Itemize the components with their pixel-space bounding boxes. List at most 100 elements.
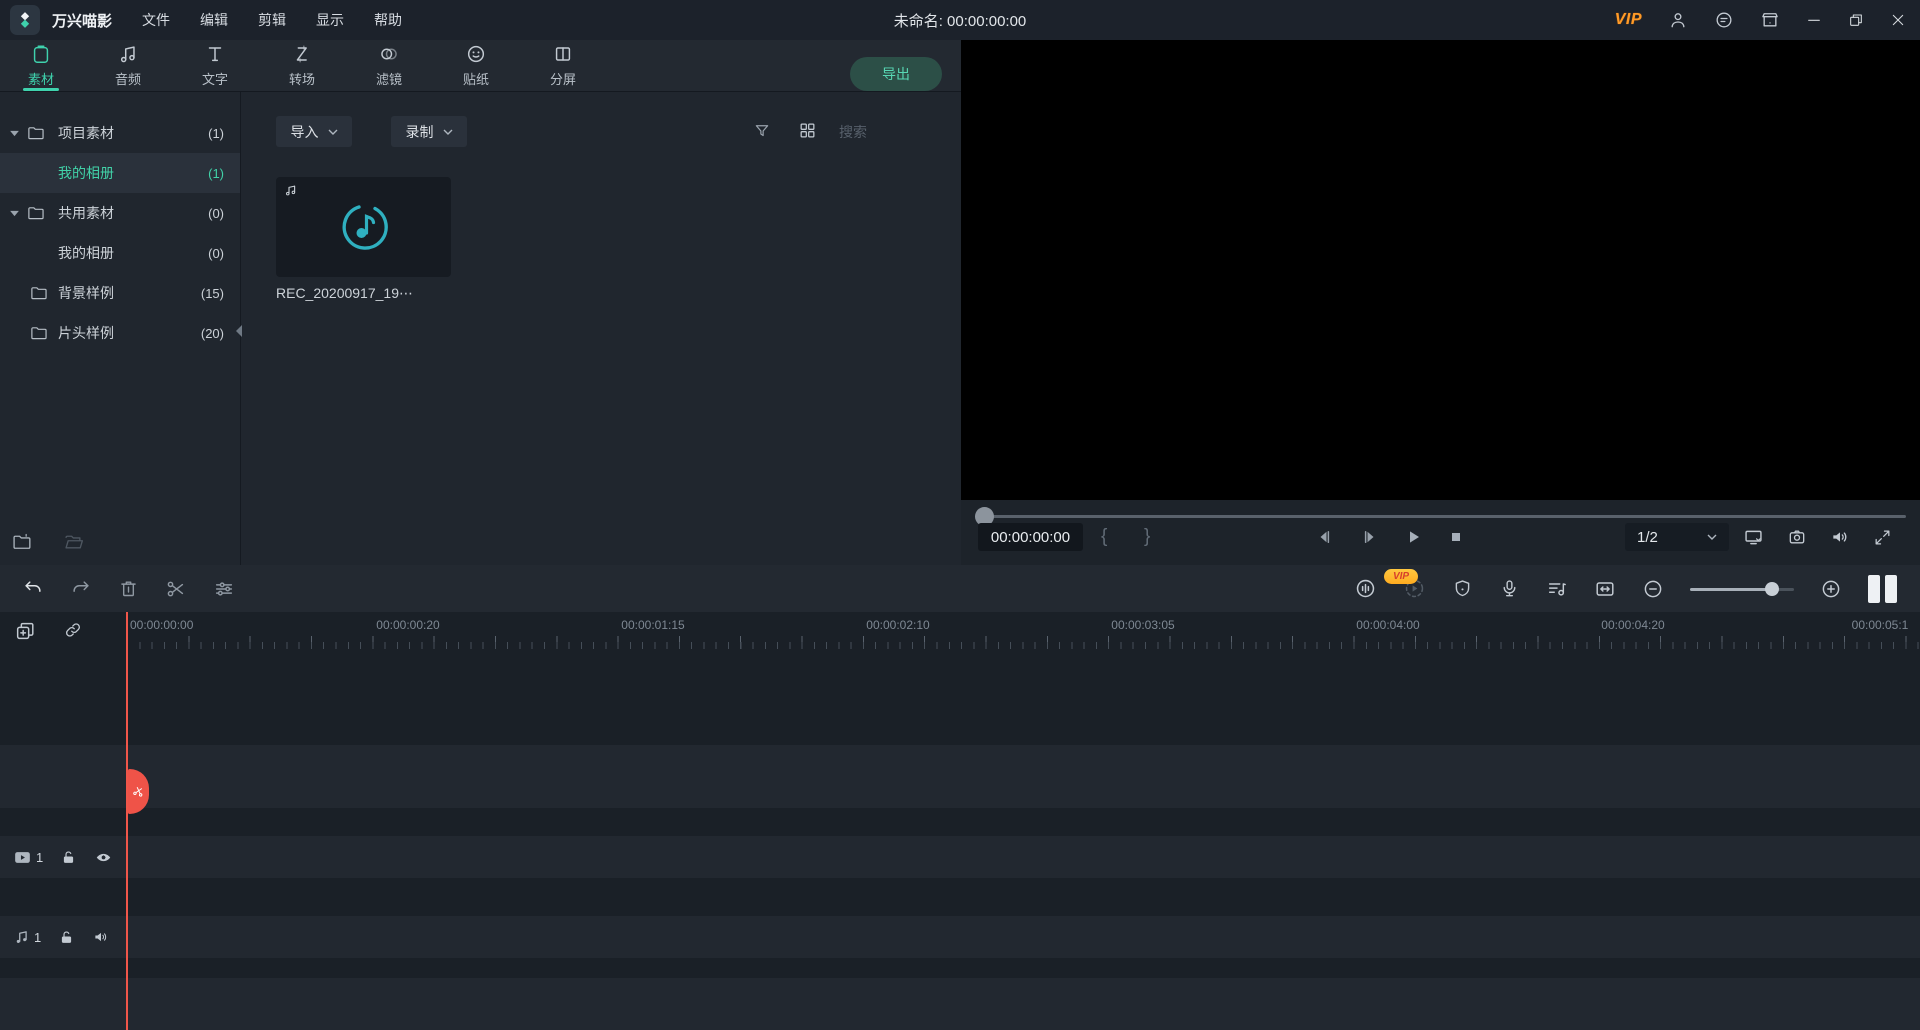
tab-label: 分屏 <box>550 69 576 88</box>
close-button[interactable] <box>1890 12 1906 28</box>
fit-timeline-icon[interactable] <box>1594 578 1616 600</box>
vip-button[interactable]: VIP <box>1615 11 1642 29</box>
app-logo-icon <box>10 5 40 35</box>
audio-file-icon <box>337 200 391 254</box>
sidebar-item-background-samples[interactable]: 背景样例 (15) <box>0 273 240 313</box>
filters-icon <box>378 43 400 65</box>
video-track-header: 1 <box>13 836 113 878</box>
account-icon[interactable] <box>1668 10 1688 30</box>
menu-edit[interactable]: 编辑 <box>200 10 228 30</box>
minimize-button[interactable] <box>1806 12 1822 28</box>
tab-label: 文字 <box>202 69 228 88</box>
sidebar-item-shared-media[interactable]: 共用素材 (0) <box>0 193 240 233</box>
sidebar-item-intro-samples[interactable]: 片头样例 (20) <box>0 313 240 353</box>
slider-knob[interactable] <box>1765 582 1779 596</box>
export-button[interactable]: 导出 <box>850 57 942 91</box>
timeline-strip[interactable] <box>0 978 1920 1030</box>
open-folder-icon[interactable] <box>64 533 84 551</box>
split-scissors-button[interactable] <box>165 578 187 600</box>
app-window: 万兴喵影 文件 编辑 剪辑 显示 帮助 未命名: 00:00:00:00 VIP <box>0 0 1920 1030</box>
ruler-timecode: 00:00:00:00 <box>130 618 193 632</box>
lock-open-icon[interactable] <box>58 929 75 946</box>
video-track-lane[interactable] <box>0 836 1920 878</box>
menu-help[interactable]: 帮助 <box>374 10 402 30</box>
secondary-display-icon[interactable] <box>1743 527 1764 548</box>
import-dropdown[interactable]: 导入 <box>276 116 352 147</box>
record-voiceover-mic-icon[interactable] <box>1499 578 1520 599</box>
folder-label: 共用素材 <box>58 203 114 223</box>
tab-label: 滤镜 <box>376 69 402 88</box>
lock-open-icon[interactable] <box>60 849 77 866</box>
media-bin-icon <box>30 43 52 65</box>
tab-transition[interactable]: 转场 <box>273 40 331 91</box>
snapshot-camera-icon[interactable] <box>1787 527 1807 547</box>
tab-splitscreen[interactable]: 分屏 <box>534 40 592 91</box>
delete-button[interactable] <box>118 578 139 599</box>
chevron-down-icon[interactable] <box>10 210 20 217</box>
undo-button[interactable] <box>22 578 44 600</box>
sidebar-item-my-album-shared[interactable]: 我的相册 (0) <box>0 233 240 273</box>
ruler-timecode: 00:00:00:20 <box>376 618 439 632</box>
menu-file[interactable]: 文件 <box>142 10 170 30</box>
adjust-sliders-button[interactable] <box>213 578 235 600</box>
sticker-smiley-icon <box>465 43 487 65</box>
audio-denoise-icon[interactable] <box>1354 577 1377 600</box>
audio-clip-badge-icon <box>284 184 299 197</box>
tab-sticker[interactable]: 贴纸 <box>447 40 505 91</box>
video-viewport[interactable] <box>961 40 1920 500</box>
folder-label: 我的相册 <box>58 163 114 183</box>
menu-view[interactable]: 显示 <box>316 10 344 30</box>
new-folder-icon[interactable] <box>12 533 32 551</box>
track-number: 1 <box>34 930 41 945</box>
playhead-line[interactable] <box>126 612 128 1030</box>
manage-tracks-icon[interactable] <box>14 620 36 642</box>
redo-button[interactable] <box>70 578 92 600</box>
ruler-timecode: 00:00:01:15 <box>621 618 684 632</box>
play-button[interactable] <box>1404 528 1422 546</box>
audio-mixer-icon[interactable] <box>1546 578 1568 600</box>
zoom-out-icon[interactable] <box>1642 578 1664 600</box>
eye-visibility-icon[interactable] <box>94 849 113 866</box>
track-number: 1 <box>36 850 43 865</box>
media-grid-panel: 导入 录制 <box>242 92 961 565</box>
audio-track-lane[interactable] <box>0 916 1920 958</box>
tab-text[interactable]: 文字 <box>186 40 244 91</box>
split-screen-icon <box>552 43 574 65</box>
filter-funnel-icon[interactable] <box>753 122 771 140</box>
fullscreen-icon[interactable] <box>1873 528 1892 547</box>
import-label: 导入 <box>291 122 319 142</box>
timeline-zoom-slider[interactable] <box>1690 582 1794 596</box>
search-box <box>839 116 957 147</box>
store-icon[interactable] <box>1760 10 1780 30</box>
tab-filter[interactable]: 滤镜 <box>360 40 418 91</box>
preview-zoom-select[interactable]: 1/2 <box>1625 523 1729 551</box>
asset-tab-bar: 素材 音频 文字 转场 滤镜 <box>0 40 961 92</box>
stop-button[interactable] <box>1448 529 1464 545</box>
sidebar-item-my-album-project[interactable]: 我的相册 (1) <box>0 153 240 193</box>
menu-clip[interactable]: 剪辑 <box>258 10 286 30</box>
mark-out-button[interactable]: } <box>1144 523 1150 551</box>
chevron-down-icon[interactable] <box>10 130 20 137</box>
previous-frame-button[interactable] <box>1316 528 1334 546</box>
timeline-strip[interactable] <box>0 745 1920 808</box>
sidebar-item-project-media[interactable]: 项目素材 (1) <box>0 113 240 153</box>
volume-icon[interactable] <box>1830 527 1850 547</box>
shield-track-lock-icon[interactable] <box>1452 578 1473 599</box>
folder-icon <box>30 285 48 301</box>
mark-in-button[interactable]: { <box>1101 523 1107 551</box>
mute-speaker-icon[interactable] <box>92 928 110 946</box>
panel-layout-toggle[interactable] <box>1868 575 1897 603</box>
seek-bar[interactable] <box>975 515 1906 518</box>
tab-audio[interactable]: 音频 <box>99 40 157 91</box>
restore-button[interactable] <box>1848 12 1864 28</box>
grid-view-icon[interactable] <box>798 121 817 140</box>
next-frame-button[interactable] <box>1360 528 1378 546</box>
media-item-thumbnail[interactable] <box>276 177 451 277</box>
ruler-minor-ticks[interactable] <box>127 642 1920 649</box>
zoom-in-icon[interactable] <box>1820 578 1842 600</box>
folder-sidebar: 项目素材 (1) 我的相册 (1) 共用素材 (0) 我的相册 (0) 背景样例… <box>0 92 241 565</box>
tab-media[interactable]: 素材 <box>12 40 70 91</box>
feedback-chat-icon[interactable] <box>1714 10 1734 30</box>
record-dropdown[interactable]: 录制 <box>391 116 467 147</box>
link-clips-icon[interactable] <box>63 620 83 642</box>
